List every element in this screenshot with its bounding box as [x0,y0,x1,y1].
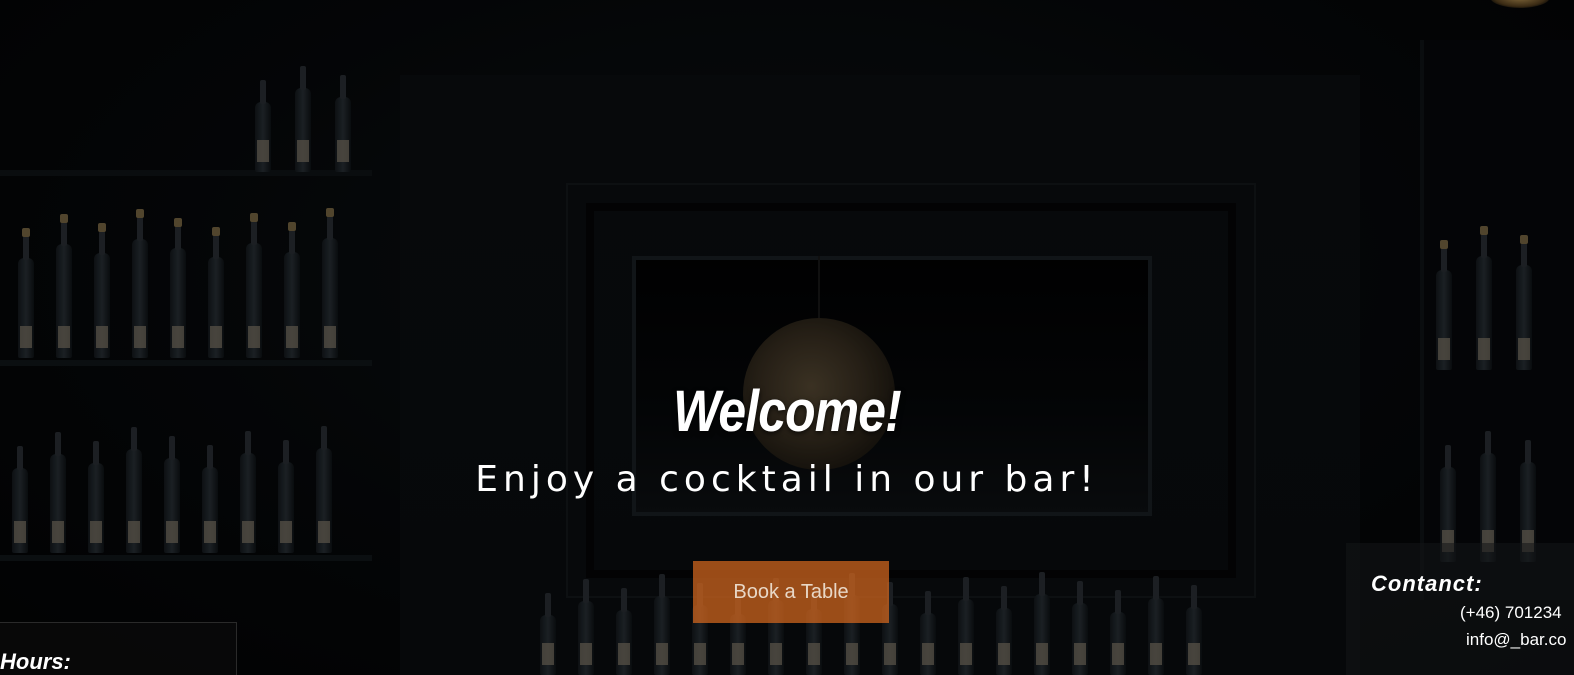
bottle-decoration [18,228,34,358]
contact-email-link[interactable]: info@_bar.co [1466,630,1574,650]
bottle-decoration [1186,585,1202,675]
bottle-decoration [616,588,632,675]
bottle-decoration [322,208,338,358]
hero-tagline: Enjoy a cocktail in our bar! [475,459,1099,500]
bottle-decoration [958,577,974,675]
bottle-decoration [94,223,110,358]
bottle-decoration [1072,581,1088,675]
bottle-decoration [1476,226,1492,370]
bottle-decoration [255,80,271,172]
welcome-heading: Welcome! [673,379,902,444]
bottle-decoration [1436,240,1452,370]
bottle-decoration [284,222,300,358]
bottle-decoration [920,591,936,675]
bottle-decoration [578,579,594,675]
bottle-decoration [246,213,262,358]
lamp-cord [818,256,820,320]
bottle-decoration [1148,576,1164,675]
book-table-button[interactable]: Book a Table [693,561,889,623]
bottle-decoration [996,586,1012,675]
bottle-decoration [132,209,148,358]
shelf-divider [0,360,372,366]
bottle-decoration [295,66,311,172]
hours-title: Hours: [0,649,71,674]
shelf-divider [0,555,372,561]
contact-phone-link[interactable]: (+46) 701234 [1460,603,1574,623]
ceiling-light [1490,0,1550,8]
bottle-decoration [335,75,351,172]
bottle-decoration [654,574,670,675]
bottle-decoration [1034,572,1050,675]
bottle-decoration [208,227,224,358]
bottle-decoration [1110,590,1126,675]
bottle-decoration [56,214,72,358]
hero-section: Welcome! Enjoy a cocktail in our bar! Bo… [0,0,1574,675]
bottle-decoration [730,592,746,675]
bottle-decoration [1516,235,1532,370]
bottle-decoration [170,218,186,358]
contact-title: Contanct: [1371,571,1483,596]
bottle-decoration [540,593,556,675]
